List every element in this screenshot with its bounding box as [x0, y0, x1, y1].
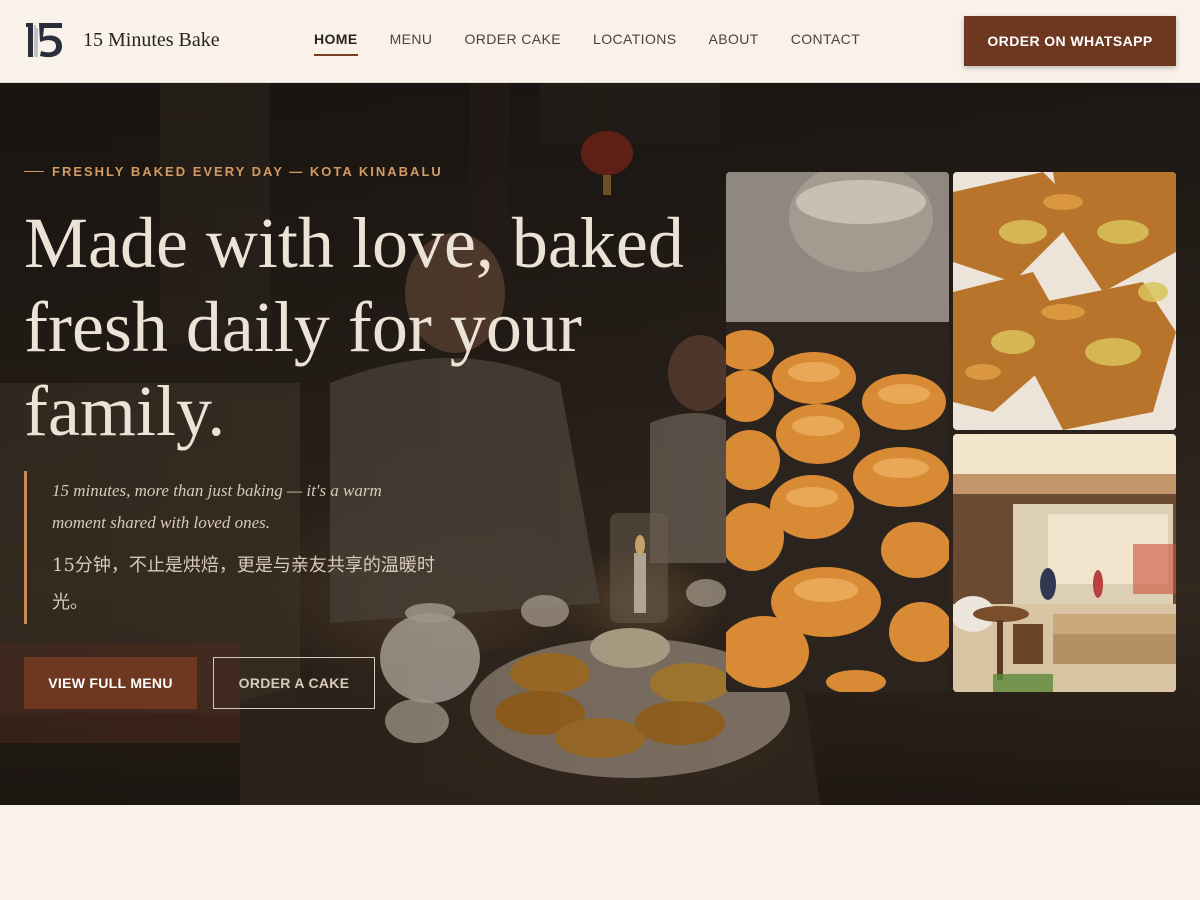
order-a-cake-button[interactable]: ORDER A CAKE	[213, 657, 375, 709]
nav-item-locations[interactable]: LOCATIONS	[593, 31, 676, 55]
croissant-tray-photo	[726, 172, 949, 692]
cafe-interior-photo	[953, 434, 1176, 692]
logo-link[interactable]: 15 Minutes Bake	[25, 20, 220, 60]
nav-item-home[interactable]: HOME	[314, 31, 358, 56]
site-header: 15 Minutes Bake HOME MENU ORDER CAKE LOC…	[0, 0, 1200, 83]
nav-item-contact[interactable]: CONTACT	[791, 31, 860, 55]
main-nav: HOME MENU ORDER CAKE LOCATIONS ABOUT CON…	[314, 31, 892, 56]
hero-eyebrow: FRESHLY BAKED EVERY DAY — KOTA KINABALU	[24, 164, 443, 179]
eyebrow-text: FRESHLY BAKED EVERY DAY — KOTA KINABALU	[52, 164, 443, 179]
logo-mark-icon	[25, 20, 65, 60]
hero-section: FRESHLY BAKED EVERY DAY — KOTA KINABALU …	[0, 83, 1200, 805]
danish-pastry-photo	[953, 172, 1176, 430]
nav-item-order-cake[interactable]: ORDER CAKE	[464, 31, 561, 55]
view-full-menu-button[interactable]: VIEW FULL MENU	[24, 657, 197, 709]
nav-item-about[interactable]: ABOUT	[708, 31, 758, 55]
nav-item-menu[interactable]: MENU	[390, 31, 433, 55]
eyebrow-divider	[24, 171, 44, 172]
hero-headline: Made with love, baked fresh daily for yo…	[24, 203, 684, 451]
hero-quote: 15 minutes, more than just baking — it's…	[24, 471, 484, 624]
brand-name: 15 Minutes Bake	[83, 28, 220, 51]
order-whatsapp-button[interactable]: ORDER ON WHATSAPP	[964, 16, 1176, 66]
quote-chinese: 15分钟，不止是烘焙，更是与亲友共享的温暖时光。	[52, 555, 435, 613]
quote-english: 15 minutes, more than just baking — it's…	[52, 481, 382, 532]
